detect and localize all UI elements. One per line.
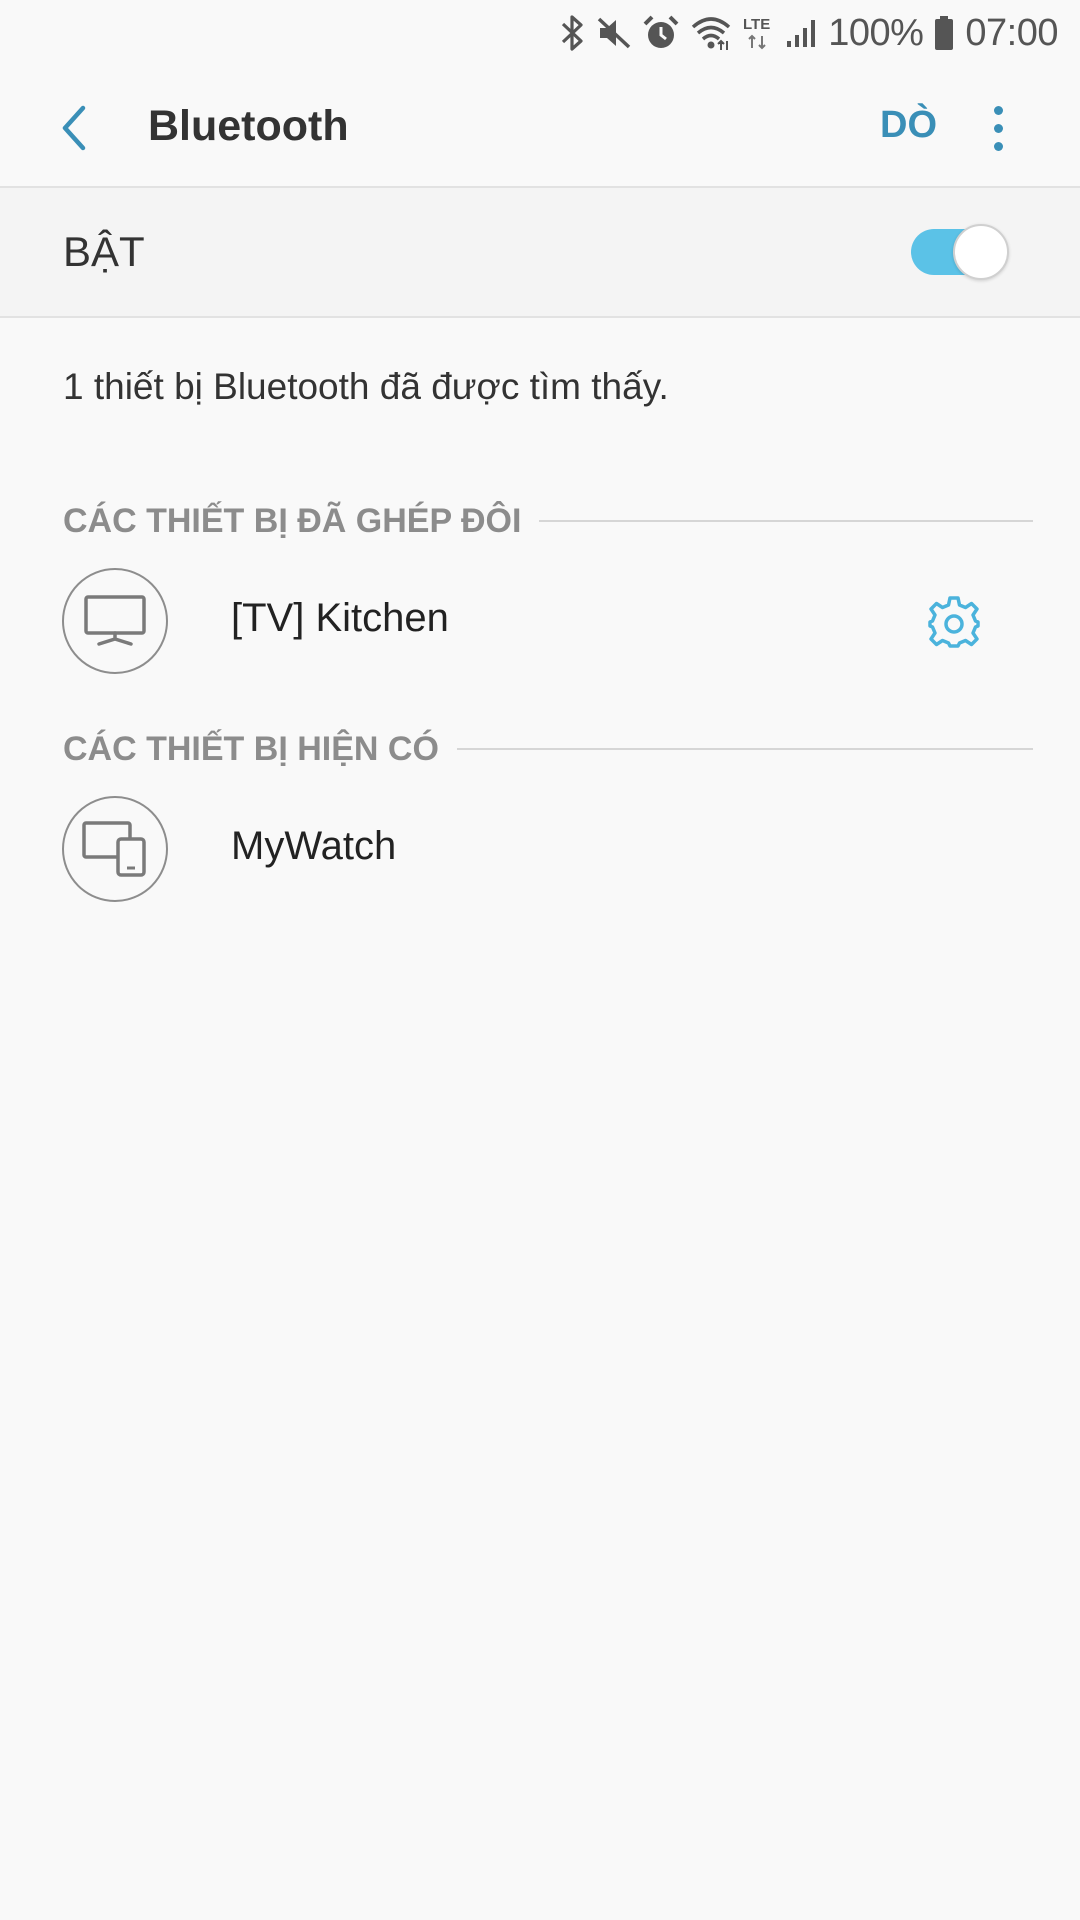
device-name: [TV] Kitchen [231,596,449,640]
device-name: MyWatch [231,824,397,868]
app-bar: Bluetooth DÒ [0,66,1080,186]
lte-icon: LTE [742,14,776,52]
available-devices-header: CÁC THIẾT BỊ HIỆN CÓ [63,725,1033,773]
more-vert-icon [993,105,1003,115]
device-settings-button[interactable] [922,590,986,654]
bluetooth-toggle[interactable] [911,224,1011,280]
devices-found-text: 1 thiết bị Bluetooth đã được tìm thấy. [63,366,669,407]
paired-devices-header: CÁC THIẾT BỊ ĐÃ GHÉP ĐÔI [63,497,1033,545]
tv-icon [62,568,168,674]
battery-icon [933,15,955,51]
more-options-button[interactable] [980,98,1016,158]
bluetooth-icon [560,14,586,52]
toggle-thumb [953,224,1009,280]
back-button[interactable] [48,100,98,156]
device-row-mywatch[interactable]: MyWatch [0,786,1080,910]
section-divider-line [456,748,1033,750]
clock: 07:00 [965,11,1058,54]
divider [0,316,1080,318]
device-row-tv-kitchen[interactable]: [TV] Kitchen [0,558,1080,682]
alarm-icon [642,14,680,52]
master-switch-label: BẬT [63,228,145,275]
page-title: Bluetooth [148,102,349,150]
gear-icon [928,596,980,648]
devices-icon [62,796,168,902]
battery-percent: 100% [828,11,924,54]
section-divider-line [539,520,1033,522]
back-arrow-icon [62,105,86,151]
mute-icon [596,15,632,51]
scan-button[interactable]: DÒ [880,104,937,147]
svg-text:LTE: LTE [743,16,770,33]
bluetooth-settings-screen: LTE 100% 07:00 Bluetooth DÒ BẬT 1 thiết … [0,0,1080,1920]
available-devices-header-label: CÁC THIẾT BỊ HIỆN CÓ [63,729,439,768]
paired-devices-header-label: CÁC THIẾT BỊ ĐÃ GHÉP ĐÔI [63,501,522,540]
wifi-icon [690,15,732,51]
signal-icon [786,17,818,49]
bluetooth-master-switch-row[interactable]: BẬT [0,188,1080,316]
status-bar: LTE 100% 07:00 [0,0,1080,66]
